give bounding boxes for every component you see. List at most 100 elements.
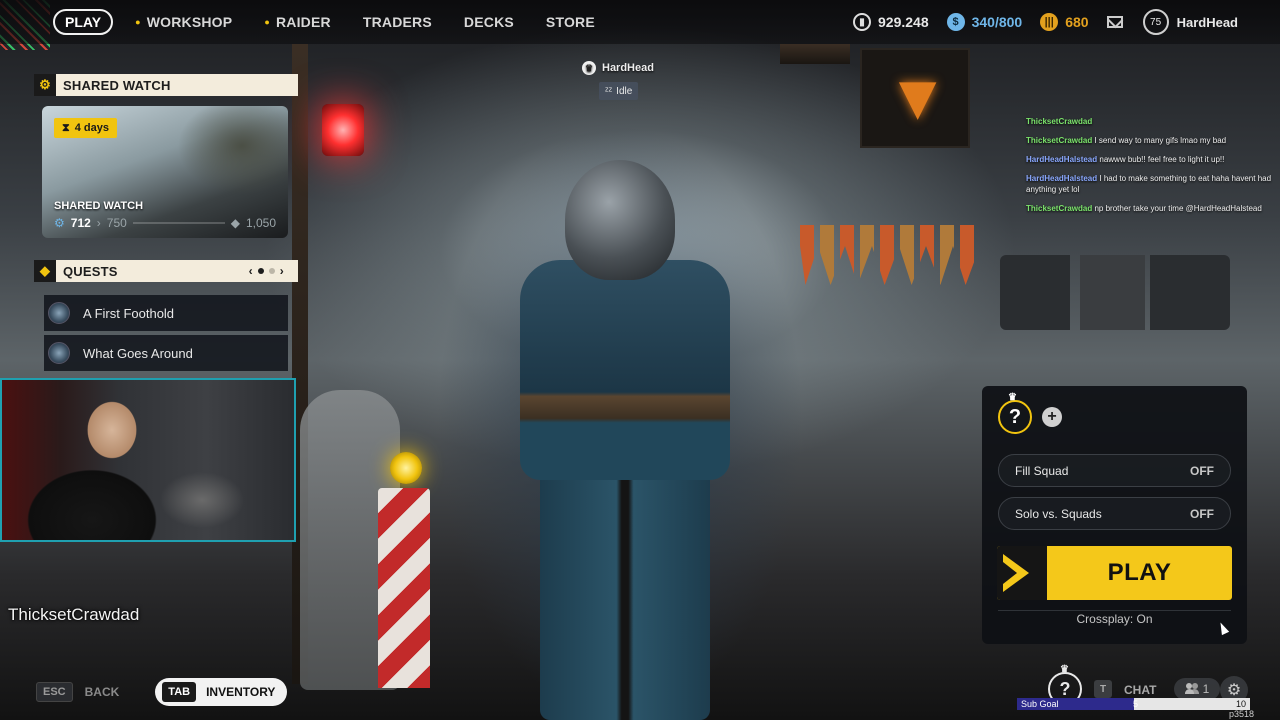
chat-message: HardHeadHalstead nawww bub!! feel free t…: [1026, 154, 1276, 165]
solo-vs-squads-value: OFF: [1190, 506, 1214, 521]
red-warning-light: [322, 104, 364, 156]
nav-menu: PLAY ● WORKSHOP ● RAIDER TRADERS DECKS S…: [53, 9, 627, 35]
chevron-left-icon[interactable]: ‹: [249, 264, 253, 278]
chat-username: ThicksetCrawdad: [1026, 136, 1093, 145]
credits-icon: $: [946, 13, 965, 31]
top-navigation: PLAY ● WORKSHOP ● RAIDER TRADERS DECKS S…: [0, 0, 1280, 44]
streamer-webcam: [0, 378, 296, 542]
chat-button[interactable]: CHAT: [1124, 683, 1156, 697]
quest-item[interactable]: What Goes Around: [44, 335, 288, 371]
quests-header: ◆ QUESTS ‹ ›: [34, 260, 298, 282]
shared-watch-header-label: SHARED WATCH: [63, 77, 171, 93]
mail-icon[interactable]: [1106, 16, 1123, 28]
coin-icon: ▮: [853, 13, 871, 31]
player-nameplate: ♛ HardHead: [582, 61, 654, 75]
shared-watch-card[interactable]: ⧗ 4 days SHARED WATCH ⚙ 712 › 750 ◆ 1,05…: [42, 106, 288, 238]
solo-vs-squads-label: Solo vs. Squads: [1015, 506, 1102, 521]
quest-diamond-icon: ◆: [34, 260, 56, 282]
profile-username[interactable]: HardHead: [1177, 15, 1238, 30]
crown-icon: ♛: [1060, 664, 1069, 675]
shared-watch-progress: ⚙ 712 › 750 ◆ 1,050: [54, 216, 276, 230]
player-character: [505, 160, 755, 720]
raider-tokens-counter[interactable]: ||| 680: [1040, 13, 1089, 31]
yellow-lamp: [390, 452, 422, 484]
shared-watch-header: ⚙ SHARED WATCH: [34, 74, 298, 96]
nav-workshop[interactable]: ● WORKSHOP: [135, 14, 232, 30]
add-squad-member-button[interactable]: +: [1042, 407, 1062, 427]
sub-goal-fill: Sub Goal: [1017, 698, 1134, 710]
crt-monitors: [1000, 255, 1230, 330]
chat-username: ThicksetCrawdad: [1026, 117, 1093, 126]
nav-play-button[interactable]: PLAY: [53, 9, 114, 35]
shared-watch-current: 712: [70, 216, 91, 230]
fill-squad-label: Fill Squad: [1015, 463, 1069, 478]
arrow-sign: [860, 48, 970, 148]
play-panel: ♛ ? + Fill Squad OFF Solo vs. Squads OFF…: [982, 386, 1247, 644]
bottom-hints: ESC BACK TAB INVENTORY: [36, 678, 288, 706]
character-legs: [540, 470, 710, 720]
inventory-button[interactable]: TAB INVENTORY: [155, 678, 288, 706]
quest-icon: [48, 302, 70, 324]
squad-slot-self[interactable]: ♛ ?: [998, 392, 1032, 434]
pager-dot[interactable]: [268, 268, 275, 274]
friends-button[interactable]: 1: [1174, 678, 1220, 700]
solo-vs-squads-toggle[interactable]: Solo vs. Squads OFF: [998, 497, 1231, 530]
divider: [998, 610, 1231, 611]
nav-raider[interactable]: ● RAIDER: [264, 14, 331, 30]
notification-dot-icon: ●: [135, 17, 141, 27]
play-button[interactable]: PLAY: [997, 546, 1232, 600]
quest-item[interactable]: A First Foothold: [44, 295, 288, 331]
nav-traders[interactable]: TRADERS: [363, 14, 432, 30]
chevron-right-icon: ›: [96, 216, 101, 230]
quests-header-label: QUESTS: [63, 263, 118, 279]
gear-icon: ⚙: [34, 74, 56, 96]
nav-store[interactable]: STORE: [546, 14, 595, 30]
esc-key-hint[interactable]: ESC: [36, 682, 73, 702]
fill-squad-toggle[interactable]: Fill Squad OFF: [998, 454, 1231, 487]
shared-watch-next: 750: [106, 216, 127, 230]
sub-goal-bar: Sub Goal 5 10: [1017, 698, 1250, 710]
chat-key-hint[interactable]: T: [1094, 680, 1112, 698]
friends-count: 1: [1202, 682, 1210, 696]
quests-pager: ‹ ›: [249, 260, 284, 282]
sub-goal-current: 5: [1133, 699, 1139, 709]
crown-icon: ♛: [582, 61, 596, 75]
crown-icon: ♛: [1008, 392, 1017, 403]
sub-goal-label: Sub Goal: [1021, 699, 1059, 709]
webcam-name-label: ThicksetCrawdad: [8, 605, 140, 624]
inventory-label: INVENTORY: [206, 685, 276, 699]
gear-icon: ⚙: [54, 216, 65, 230]
chevron-right-icon[interactable]: ›: [280, 264, 284, 278]
sleep-icon: ᶻᶻ: [605, 85, 613, 97]
player-level-badge[interactable]: 75: [1142, 9, 1169, 35]
chevron-right-icon: [997, 546, 1047, 600]
striped-pole: [378, 488, 430, 688]
coins-counter[interactable]: ▮ 929.248: [853, 13, 929, 31]
question-mark-icon: ?: [1008, 405, 1022, 428]
pager-dot-active[interactable]: [257, 268, 264, 274]
credits-counter[interactable]: $ 340/800: [946, 13, 1023, 31]
scaffold-beam: [780, 44, 850, 64]
chat-username: HardHeadHalstead: [1026, 155, 1098, 164]
raider-tokens-value: 680: [1065, 14, 1089, 30]
credits-value: 340/800: [971, 14, 1023, 30]
shared-watch-card-title: SHARED WATCH: [54, 200, 144, 212]
chat-message: ThicksetCrawdad I send way to many gifs …: [1026, 135, 1276, 146]
chat-message-text: np brother take your time @HardHeadHalst…: [1094, 204, 1262, 213]
quest-icon: [48, 342, 70, 364]
nav-store-label: STORE: [545, 14, 595, 30]
play-button-label: PLAY: [1107, 559, 1172, 586]
player-nameplate-name: HardHead: [602, 62, 654, 74]
crossplay-status[interactable]: Crossplay: On: [982, 612, 1247, 626]
stream-watermark: p3518: [1229, 709, 1255, 719]
nav-decks[interactable]: DECKS: [464, 14, 514, 30]
back-label[interactable]: BACK: [85, 685, 120, 699]
coins-value: 929.248: [878, 14, 929, 30]
nav-decks-label: DECKS: [463, 14, 514, 30]
nav-raider-label: RAIDER: [275, 14, 331, 30]
character-helmet: [565, 160, 675, 280]
fill-squad-value: OFF: [1190, 463, 1214, 478]
hourglass-icon: ⧗: [62, 121, 70, 134]
chat-message-text: I send way to many gifs lmao my bad: [1094, 136, 1227, 145]
question-mark-icon: ?: [1059, 678, 1071, 699]
